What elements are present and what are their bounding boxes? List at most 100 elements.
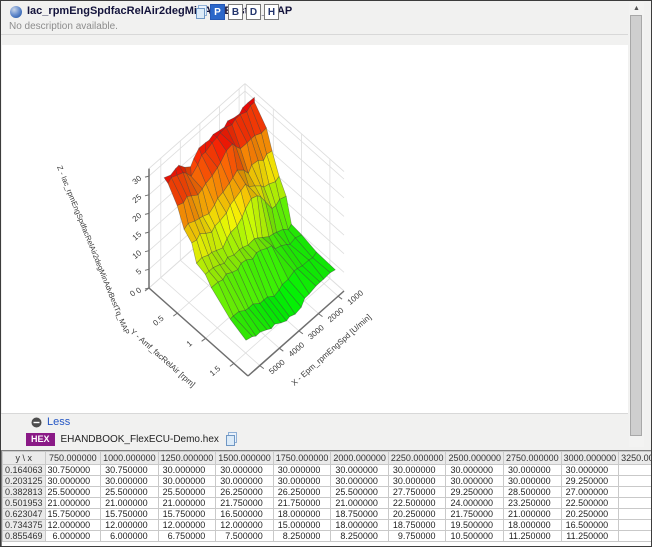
map-cell[interactable]: 6.000000: [101, 531, 159, 542]
map-cell[interactable]: 29.250000: [446, 487, 504, 498]
map-cell[interactable]: 12.000000: [45, 520, 101, 531]
copy-title-icon[interactable]: [195, 5, 208, 24]
map-cell[interactable]: 27.750000: [388, 487, 446, 498]
map-cell[interactable]: 30.000000: [158, 465, 216, 476]
map-cell[interactable]: 25.500000: [101, 487, 159, 498]
scrollbar-thumb[interactable]: [630, 15, 642, 436]
svg-text:1.5: 1.5: [208, 364, 223, 378]
map-cell[interactable]: 15.000000: [273, 520, 331, 531]
map-cell[interactable]: 22.500000: [561, 498, 619, 509]
map-cell[interactable]: 28.500000: [504, 487, 562, 498]
map-cell[interactable]: 21.750000: [273, 498, 331, 509]
map-cell[interactable]: 30.000000: [561, 465, 619, 476]
map-cell[interactable]: 15.750000: [45, 509, 101, 520]
map-cell[interactable]: 9.750000: [388, 531, 446, 542]
map-cell[interactable]: [619, 487, 652, 498]
map-cell[interactable]: 30.000000: [331, 465, 389, 476]
view-button-d[interactable]: D: [246, 4, 261, 20]
table-row: 0.8554696.0000006.0000006.7500007.500000…: [3, 531, 652, 542]
map-cell[interactable]: 6.750000: [158, 531, 216, 542]
map-cell[interactable]: 26.250000: [273, 487, 331, 498]
copy-file-icon[interactable]: [225, 432, 238, 446]
map-cell[interactable]: 30.000000: [388, 476, 446, 487]
map-cell[interactable]: 18.000000: [504, 520, 562, 531]
map-cell[interactable]: 20.250000: [388, 509, 446, 520]
map-cell[interactable]: 12.000000: [216, 520, 274, 531]
map-cell[interactable]: 25.500000: [158, 487, 216, 498]
map-cell[interactable]: 21.000000: [45, 498, 101, 509]
map-cell[interactable]: 21.750000: [446, 509, 504, 520]
map-cell[interactable]: 30.000000: [216, 465, 274, 476]
map-cell[interactable]: 11.250000: [561, 531, 619, 542]
map-cell[interactable]: 15.750000: [101, 509, 159, 520]
scroll-up-icon[interactable]: ▲: [629, 3, 644, 14]
map-cell[interactable]: 22.500000: [388, 498, 446, 509]
map-cell[interactable]: 11.250000: [504, 531, 562, 542]
map-cell[interactable]: 21.750000: [216, 498, 274, 509]
map-cell[interactable]: 30.000000: [331, 476, 389, 487]
map-cell[interactable]: 30.000000: [45, 476, 101, 487]
map-cell[interactable]: 7.500000: [216, 531, 274, 542]
map-cell[interactable]: 21.000000: [504, 509, 562, 520]
map-cell[interactable]: 18.000000: [273, 509, 331, 520]
map-cell[interactable]: 19.500000: [446, 520, 504, 531]
corner-header: y \ x: [3, 452, 46, 465]
view-button-p[interactable]: P: [210, 4, 225, 20]
svg-text:5000: 5000: [267, 357, 287, 376]
svg-text:10: 10: [131, 248, 144, 261]
map-cell[interactable]: 18.750000: [331, 509, 389, 520]
map-cell[interactable]: 18.750000: [388, 520, 446, 531]
map-cell[interactable]: 30.000000: [504, 476, 562, 487]
map-cell[interactable]: 18.000000: [331, 520, 389, 531]
col-header: 2250.000000: [388, 452, 446, 465]
col-header: 1000.000000: [101, 452, 159, 465]
map-cell[interactable]: 25.500000: [45, 487, 101, 498]
plot-divider: [1, 413, 628, 414]
map-cell[interactable]: [619, 531, 652, 542]
map-cell[interactable]: 30.000000: [216, 476, 274, 487]
map-cell[interactable]: 15.750000: [158, 509, 216, 520]
map-cell[interactable]: 23.250000: [504, 498, 562, 509]
map-cell[interactable]: 30.000000: [446, 476, 504, 487]
map-cell[interactable]: 25.500000: [331, 487, 389, 498]
map-cell[interactable]: 8.250000: [273, 531, 331, 542]
collapse-details-link[interactable]: Less: [31, 415, 70, 429]
map-cell[interactable]: 8.250000: [331, 531, 389, 542]
map-cell[interactable]: 27.000000: [561, 487, 619, 498]
col-header: 750.000000: [45, 452, 101, 465]
app-window: Iac_rpmEngSpdfacRelAir2degMinAdvBestTq_M…: [0, 0, 652, 547]
map-cell[interactable]: 30.000000: [273, 476, 331, 487]
map-cell[interactable]: 16.500000: [216, 509, 274, 520]
map-cell[interactable]: [619, 465, 652, 476]
map-cell[interactable]: 20.250000: [561, 509, 619, 520]
map-cell[interactable]: 6.000000: [45, 531, 101, 542]
map-cell[interactable]: 21.000000: [158, 498, 216, 509]
map-cell[interactable]: 16.500000: [561, 520, 619, 531]
map-cell[interactable]: 30.000000: [158, 476, 216, 487]
row-header: 0.203125: [3, 476, 46, 487]
map-cell[interactable]: 26.250000: [216, 487, 274, 498]
table-row: 0.62304715.75000015.75000015.75000016.50…: [3, 509, 652, 520]
map-cell[interactable]: 10.500000: [446, 531, 504, 542]
map-cell[interactable]: 30.000000: [504, 465, 562, 476]
map-cell[interactable]: 12.000000: [101, 520, 159, 531]
map-cell[interactable]: 30.000000: [446, 465, 504, 476]
vertical-scrollbar[interactable]: ▲: [629, 2, 644, 447]
map-cell[interactable]: 24.000000: [446, 498, 504, 509]
view-button-h[interactable]: H: [264, 4, 279, 20]
surface-plot[interactable]: 05101520253000.511.510002000300040005000…: [1, 71, 641, 413]
map-cell[interactable]: [619, 476, 652, 487]
map-cell[interactable]: 30.000000: [101, 476, 159, 487]
map-cell[interactable]: 21.000000: [331, 498, 389, 509]
map-cell[interactable]: 12.000000: [158, 520, 216, 531]
map-cell[interactable]: [619, 520, 652, 531]
map-cell[interactable]: 29.250000: [561, 476, 619, 487]
map-cell[interactable]: 21.000000: [101, 498, 159, 509]
view-button-b[interactable]: B: [228, 4, 243, 20]
map-cell[interactable]: [619, 509, 652, 520]
map-cell[interactable]: [619, 498, 652, 509]
map-cell[interactable]: 30.750000: [45, 465, 101, 476]
map-cell[interactable]: 30.750000: [101, 465, 159, 476]
map-cell[interactable]: 30.000000: [273, 465, 331, 476]
map-cell[interactable]: 30.000000: [388, 465, 446, 476]
